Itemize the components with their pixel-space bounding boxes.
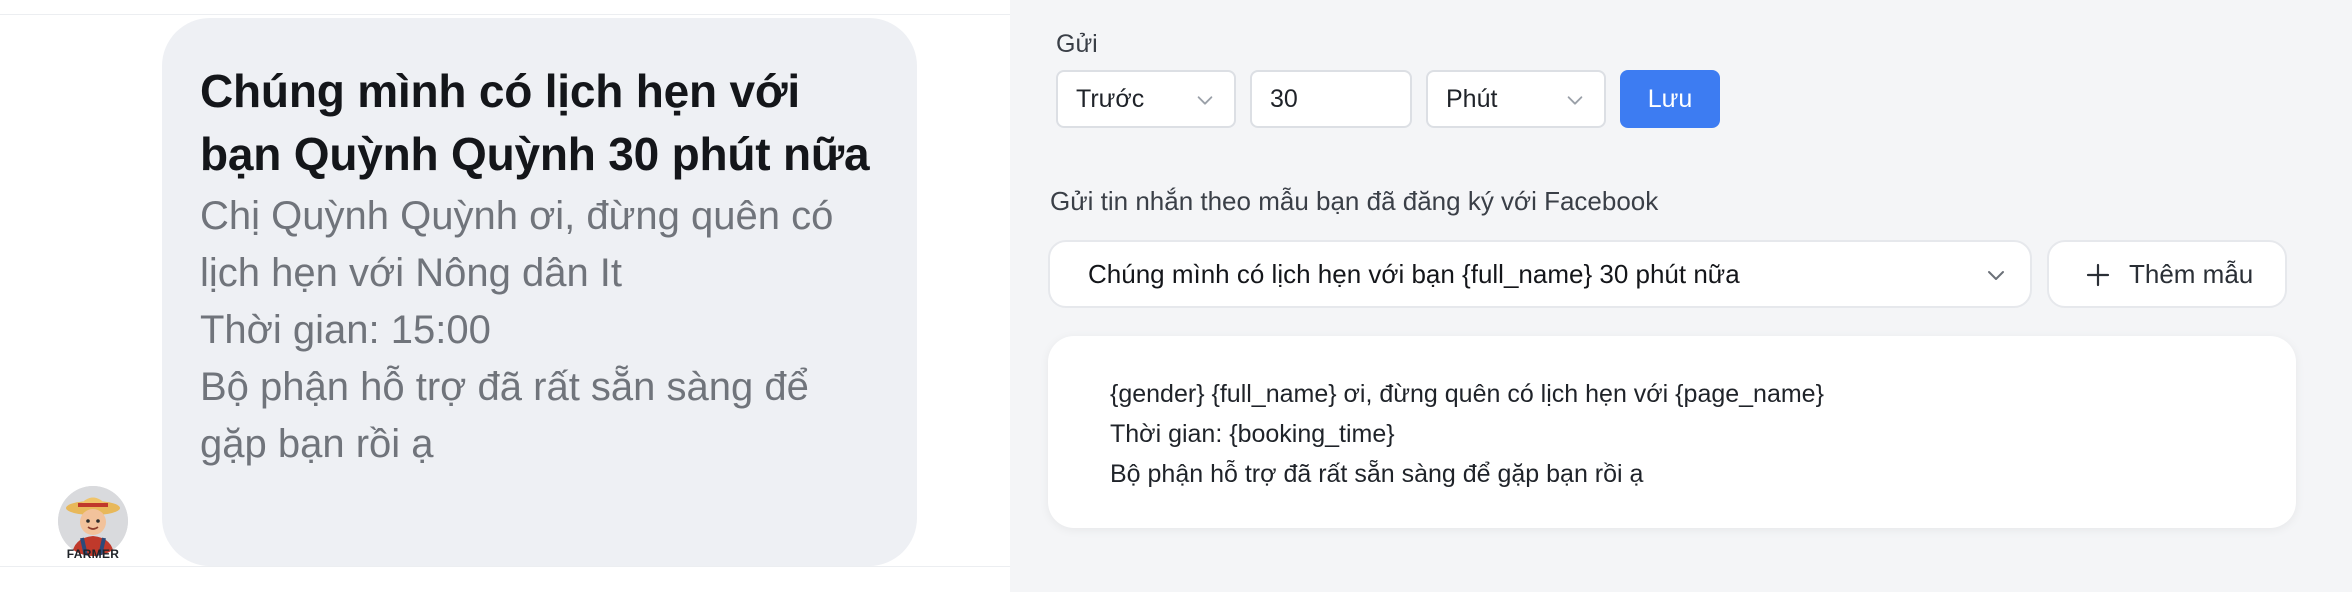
message-body: Chị Quỳnh Quỳnh ơi, đừng quên có lịch hẹ… — [200, 194, 834, 466]
farmer-avatar-icon — [58, 486, 128, 556]
add-template-button[interactable]: Thêm mẫu — [2047, 240, 2287, 308]
amount-input-value: 30 — [1270, 85, 1298, 113]
chevron-down-icon — [1988, 271, 2004, 280]
template-content: {gender} {full_name} ơi, đừng quên có lị… — [1048, 336, 2296, 528]
template-line: {gender} {full_name} ơi, đừng quên có lị… — [1110, 380, 1824, 408]
avatar-caption: FARMER — [66, 547, 120, 561]
add-template-label: Thêm mẫu — [2129, 259, 2254, 289]
amount-input[interactable]: 30 — [1250, 70, 1412, 128]
plus-icon — [2086, 263, 2110, 287]
chevron-down-icon — [1197, 96, 1213, 105]
template-line: Bộ phận hỗ trợ đã rất sẵn sàng để gặp bạ… — [1110, 460, 1644, 488]
template-select-value: Chúng mình có lịch hẹn với bạn {full_nam… — [1088, 259, 1740, 289]
chevron-down-icon — [1567, 96, 1583, 105]
divider — [0, 14, 1010, 15]
save-button[interactable]: Lưu — [1620, 70, 1720, 128]
divider — [0, 566, 1010, 567]
unit-select-value: Phút — [1446, 85, 1498, 113]
template-select[interactable]: Chúng mình có lịch hẹn với bạn {full_nam… — [1048, 240, 2032, 308]
message-preview-pane: Chúng mình có lịch hẹn với bạn Quỳnh Quỳ… — [0, 0, 1010, 592]
timing-select[interactable]: Trước — [1056, 70, 1236, 128]
timing-select-value: Trước — [1076, 85, 1145, 113]
message-title: Chúng mình có lịch hẹn với bạn Quỳnh Quỳ… — [200, 65, 870, 180]
farmer-avatar — [58, 486, 128, 556]
template-line: Thời gian: {booking_time} — [1110, 420, 1395, 448]
reminder-settings-pane: Gửi Trước 30 Phút Lưu Gửi tin nhắn theo … — [1010, 0, 2352, 592]
unit-select[interactable]: Phút — [1426, 70, 1606, 128]
send-label: Gửi — [1056, 30, 1098, 58]
message-bubble: Chúng mình có lịch hẹn với bạn Quỳnh Quỳ… — [162, 18, 917, 566]
template-label: Gửi tin nhắn theo mẫu bạn đã đăng ký với… — [1050, 186, 1659, 216]
